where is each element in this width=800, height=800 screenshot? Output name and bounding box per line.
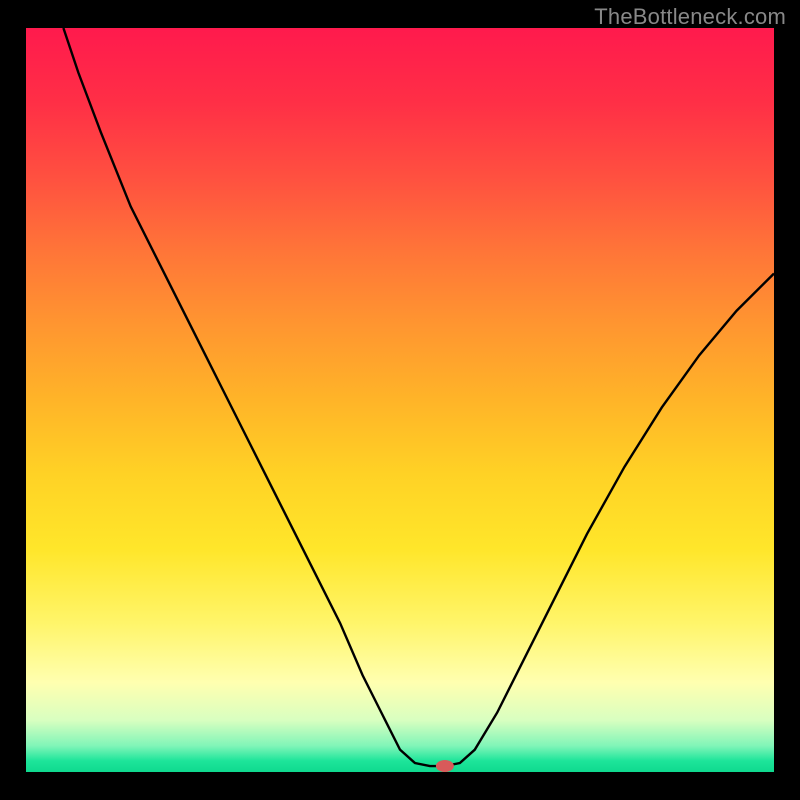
plot-area <box>26 28 774 772</box>
optimal-marker <box>436 760 454 772</box>
gradient-background <box>26 28 774 772</box>
watermark-label: TheBottleneck.com <box>594 4 786 30</box>
chart-svg <box>26 28 774 772</box>
chart-container: TheBottleneck.com <box>0 0 800 800</box>
